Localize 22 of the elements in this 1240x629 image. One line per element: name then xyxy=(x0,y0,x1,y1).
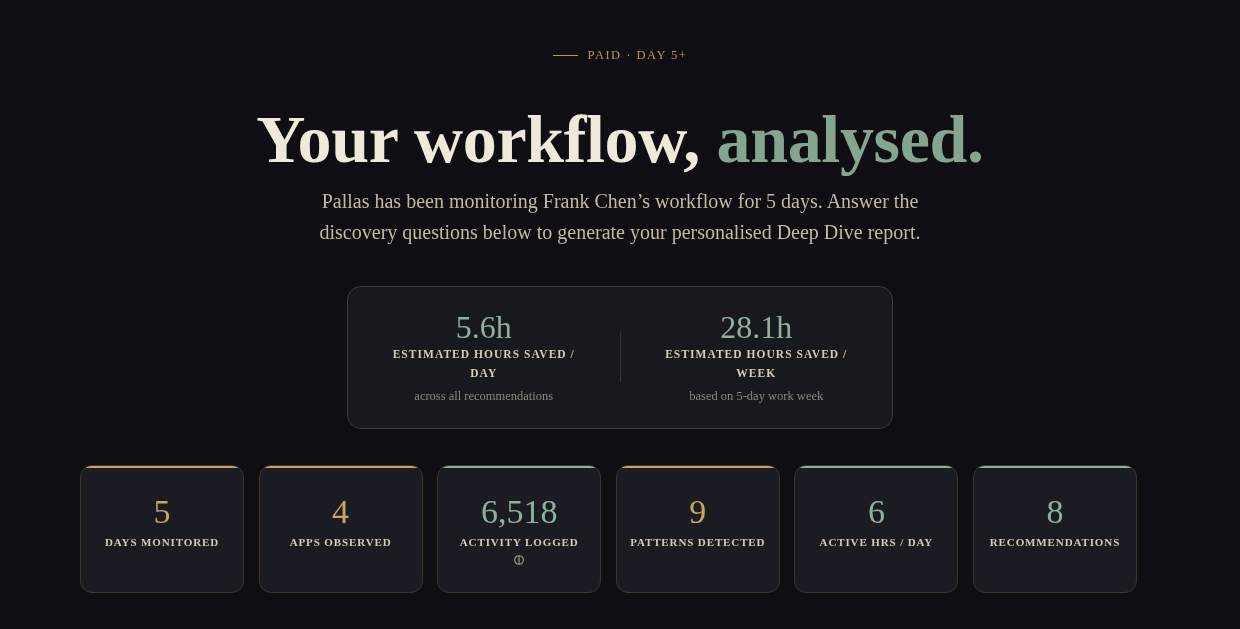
stat-value: 8 xyxy=(1046,492,1064,532)
hours-note: based on 5-day work week xyxy=(689,388,824,405)
intro-paragraph: Pallas has been monitoring Frank Chen’s workflow for 5 days. Answer the discovery questions below to generate your personalised Deep Dive report. xyxy=(318,189,922,246)
stat-label: RECOMMENDATIONS xyxy=(989,535,1121,550)
page-heading: Your workflow, analysed. xyxy=(256,100,984,178)
eyebrow-label: PAID · DAY 5+ xyxy=(587,47,688,64)
stat-label: APPS OBSERVED xyxy=(289,535,392,550)
info-icon[interactable] xyxy=(514,555,525,565)
stat-value: 6 xyxy=(867,492,885,532)
hours-note: across all recommendations xyxy=(414,388,554,405)
stat-label: PATTERNS DETECTED xyxy=(630,535,766,550)
stat-value: 6,518 xyxy=(480,492,558,532)
stat-label: DAYS MONITORED xyxy=(104,535,220,550)
hours-label: ESTIMATED HOURS SAVED / DAY xyxy=(391,347,576,381)
stat-value: 4 xyxy=(332,492,350,532)
stat-label: ACTIVE HRS / DAY xyxy=(819,535,934,550)
hours-value: 5.6h xyxy=(455,309,512,345)
stat-value: 5 xyxy=(153,492,171,532)
stat-label: ACTIVITY LOGGED xyxy=(459,535,579,550)
stat-value: 9 xyxy=(689,492,707,532)
hours-value: 28.1h xyxy=(720,309,793,345)
hours-label: ESTIMATED HOURS SAVED / WEEK xyxy=(664,347,849,381)
